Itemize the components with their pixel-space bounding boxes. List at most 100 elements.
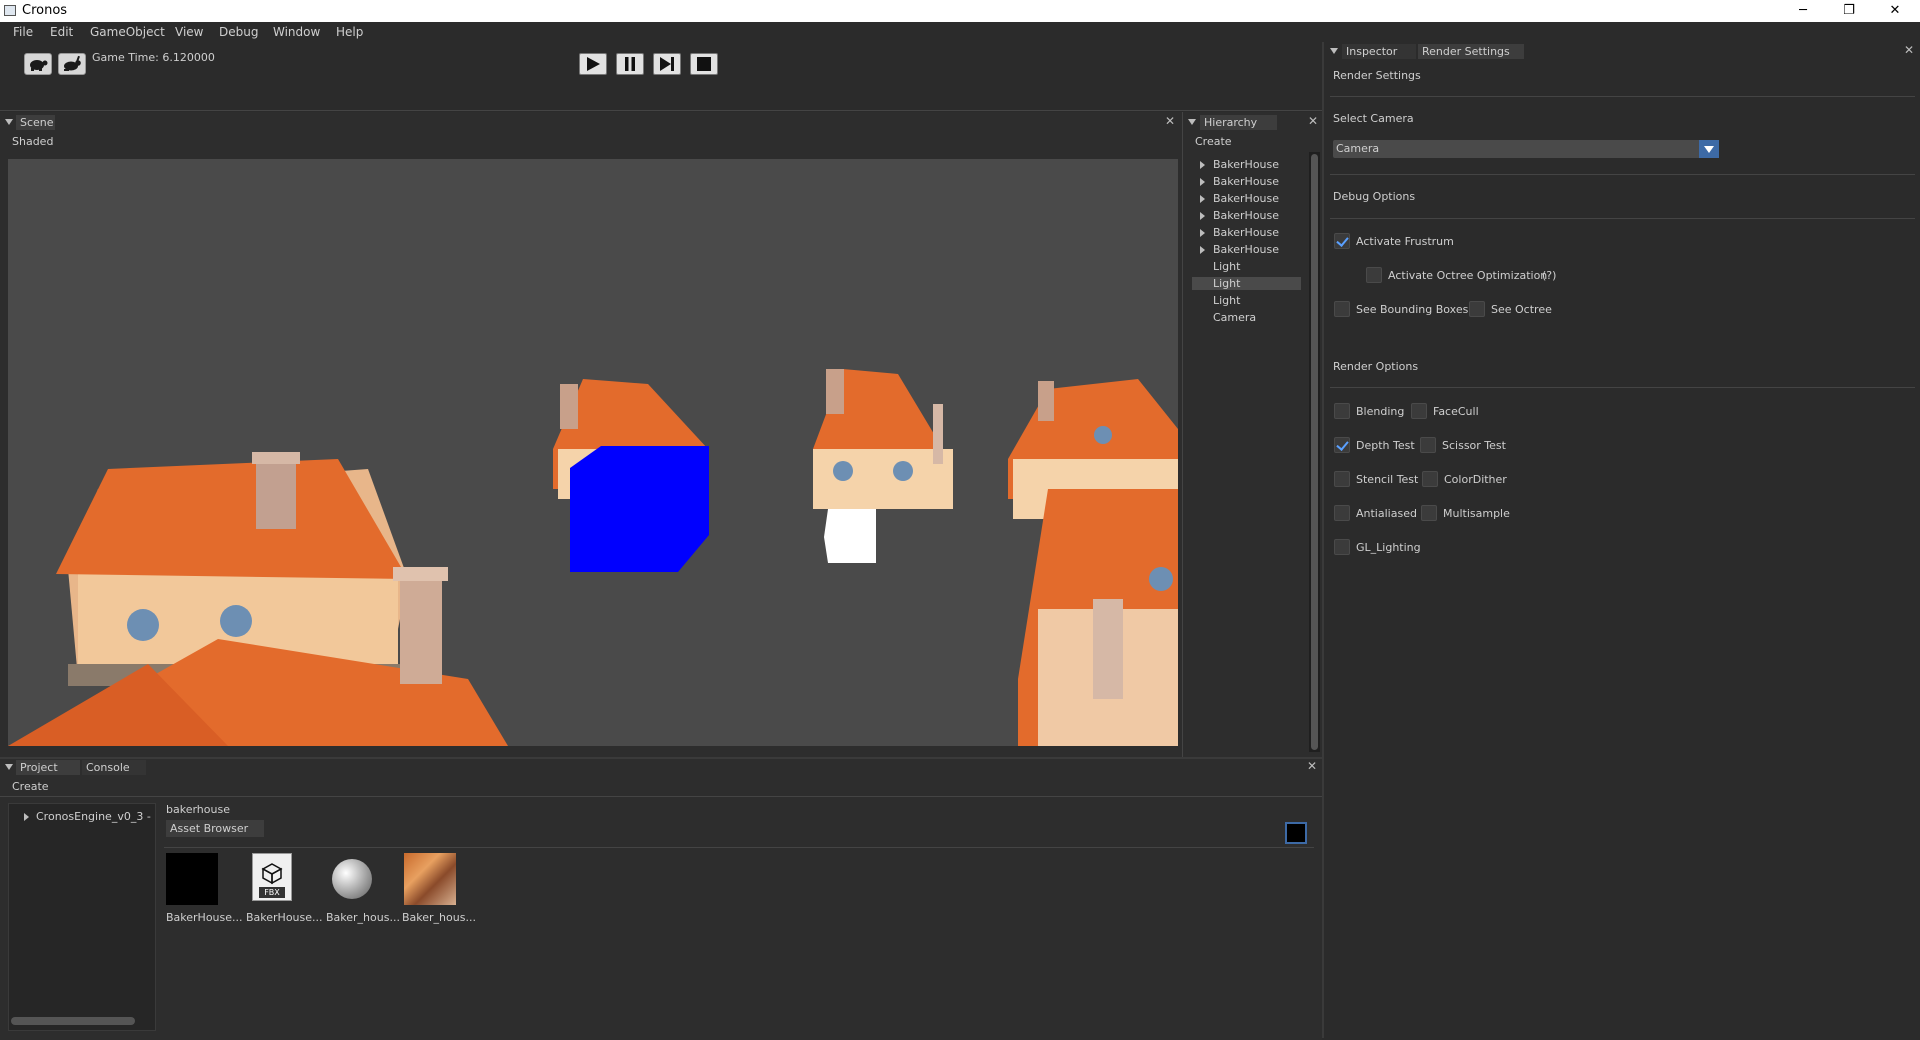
- see-octree-checkbox[interactable]: [1469, 301, 1485, 317]
- hierarchy-scrollbar[interactable]: [1309, 152, 1320, 752]
- hierarchy-create-button[interactable]: Create: [1195, 135, 1232, 148]
- blending-checkbox[interactable]: [1334, 403, 1350, 419]
- material-sphere-thumbnail[interactable]: [332, 859, 372, 899]
- texture-thumbnail[interactable]: [404, 853, 456, 905]
- hierarchy-item-selected[interactable]: Light: [1213, 277, 1240, 290]
- activate-octree-checkbox[interactable]: [1366, 267, 1382, 283]
- tab-hierarchy[interactable]: Hierarchy: [1200, 115, 1277, 130]
- play-icon: [587, 57, 600, 71]
- chevron-down-icon: [1704, 146, 1714, 153]
- color-swatch[interactable]: [1285, 822, 1307, 844]
- hierarchy-item[interactable]: BakerHouse: [1213, 158, 1279, 171]
- minimize-button[interactable]: ─: [1780, 0, 1826, 22]
- play-button[interactable]: [579, 53, 607, 75]
- asset-browser-label: Asset Browser: [166, 820, 264, 837]
- menu-gameobject[interactable]: GameObject: [90, 25, 165, 39]
- hierarchy-item[interactable]: BakerHouse: [1213, 226, 1279, 239]
- camera-select-dropdown-button[interactable]: [1699, 140, 1719, 158]
- expand-arrow-icon[interactable]: [24, 813, 29, 821]
- expand-arrow-icon[interactable]: [1200, 246, 1205, 254]
- pause-button[interactable]: [616, 53, 644, 75]
- scene-viewport[interactable]: [8, 159, 1178, 746]
- step-forward-icon: [660, 57, 674, 71]
- tab-render-settings[interactable]: Render Settings: [1418, 44, 1524, 59]
- shading-mode-label[interactable]: Shaded: [12, 135, 53, 148]
- blue-cube: [570, 446, 709, 572]
- depth-test-checkbox[interactable]: [1334, 437, 1350, 453]
- menu-help[interactable]: Help: [336, 25, 363, 39]
- inspector-divider: [1330, 96, 1915, 97]
- activate-frustrum-checkbox[interactable]: [1334, 233, 1350, 249]
- menu-view[interactable]: View: [175, 25, 203, 39]
- project-tree-root[interactable]: CronosEngine_v0_3 - cc: [36, 810, 154, 823]
- project-create-button[interactable]: Create: [12, 780, 49, 793]
- expand-arrow-icon[interactable]: [1200, 178, 1205, 186]
- hierarchy-item[interactable]: BakerHouse: [1213, 243, 1279, 256]
- fbx-file-icon[interactable]: FBX: [252, 853, 292, 901]
- expand-arrow-icon[interactable]: [1200, 195, 1205, 203]
- hierarchy-item[interactable]: BakerHouse: [1213, 175, 1279, 188]
- turtle-speed-button[interactable]: [24, 53, 52, 75]
- select-camera-label: Select Camera: [1333, 112, 1414, 125]
- project-close-icon[interactable]: ✕: [1307, 759, 1317, 773]
- hierarchy-close-icon[interactable]: ✕: [1308, 114, 1318, 128]
- turtle-icon: [30, 60, 48, 71]
- tab-inspector[interactable]: Inspector: [1342, 44, 1416, 59]
- rabbit-icon: [64, 55, 81, 71]
- camera-select[interactable]: Camera: [1333, 140, 1719, 158]
- inspector-close-icon[interactable]: ✕: [1904, 43, 1914, 57]
- stencil-test-checkbox[interactable]: [1334, 471, 1350, 487]
- facecull-checkbox[interactable]: [1411, 403, 1427, 419]
- stencil-test-label: Stencil Test: [1356, 473, 1419, 486]
- menu-window[interactable]: Window: [273, 25, 320, 39]
- title-bar: Cronos ─ ❐ ✕: [0, 0, 1920, 22]
- project-collapse-icon[interactable]: [5, 764, 13, 770]
- expand-arrow-icon[interactable]: [1200, 229, 1205, 237]
- rabbit-speed-button[interactable]: [58, 53, 86, 75]
- hierarchy-scroll-thumb[interactable]: [1311, 154, 1318, 750]
- inspector-divider: [1330, 218, 1915, 219]
- expand-arrow-icon[interactable]: [1200, 212, 1205, 220]
- stop-button[interactable]: [690, 53, 718, 75]
- colordither-checkbox[interactable]: [1422, 471, 1438, 487]
- colordither-label: ColorDither: [1444, 473, 1507, 486]
- scene-collapse-icon[interactable]: [5, 119, 13, 125]
- asset-label[interactable]: BakerHouse...: [166, 911, 243, 924]
- tab-console[interactable]: Console: [82, 760, 146, 775]
- see-bounding-boxes-label: See Bounding Boxes: [1356, 303, 1469, 316]
- fbx-badge: FBX: [259, 887, 285, 898]
- menu-file[interactable]: File: [13, 25, 33, 39]
- close-window-button[interactable]: ✕: [1872, 0, 1918, 22]
- expand-arrow-icon[interactable]: [1200, 161, 1205, 169]
- game-time-readout: Game Time: 6.120000: [92, 51, 215, 64]
- gl-lighting-label: GL_Lighting: [1356, 541, 1421, 554]
- hierarchy-item[interactable]: BakerHouse: [1213, 192, 1279, 205]
- asset-thumbnail-black[interactable]: [166, 853, 218, 905]
- hierarchy-collapse-icon[interactable]: [1188, 119, 1196, 125]
- antialiased-label: Antialiased: [1356, 507, 1417, 520]
- hierarchy-item[interactable]: Light: [1213, 294, 1240, 307]
- hierarchy-item[interactable]: Light: [1213, 260, 1240, 273]
- scissor-test-checkbox[interactable]: [1420, 437, 1436, 453]
- tab-scene[interactable]: Scene: [16, 115, 55, 130]
- see-bounding-boxes-checkbox[interactable]: [1334, 301, 1350, 317]
- restore-button[interactable]: ❐: [1826, 0, 1872, 22]
- antialiased-checkbox[interactable]: [1334, 505, 1350, 521]
- menu-edit[interactable]: Edit: [50, 25, 73, 39]
- asset-label[interactable]: Baker_hous...: [402, 911, 476, 924]
- inspector-collapse-icon[interactable]: [1330, 48, 1338, 54]
- render-options-label: Render Options: [1333, 360, 1419, 373]
- menu-debug[interactable]: Debug: [219, 25, 258, 39]
- inspector-divider: [1330, 174, 1915, 175]
- asset-label[interactable]: Baker_hous...: [326, 911, 400, 924]
- tab-project[interactable]: Project: [16, 760, 80, 775]
- step-button[interactable]: [653, 53, 681, 75]
- hierarchy-item[interactable]: BakerHouse: [1213, 209, 1279, 222]
- octree-help-marker[interactable]: (?): [1542, 269, 1556, 282]
- hierarchy-item[interactable]: Camera: [1213, 311, 1256, 324]
- gl-lighting-checkbox[interactable]: [1334, 539, 1350, 555]
- scene-close-icon[interactable]: ✕: [1165, 114, 1175, 128]
- project-tree-scroll-thumb[interactable]: [11, 1017, 135, 1025]
- asset-label[interactable]: BakerHouse...: [246, 911, 323, 924]
- multisample-checkbox[interactable]: [1421, 505, 1437, 521]
